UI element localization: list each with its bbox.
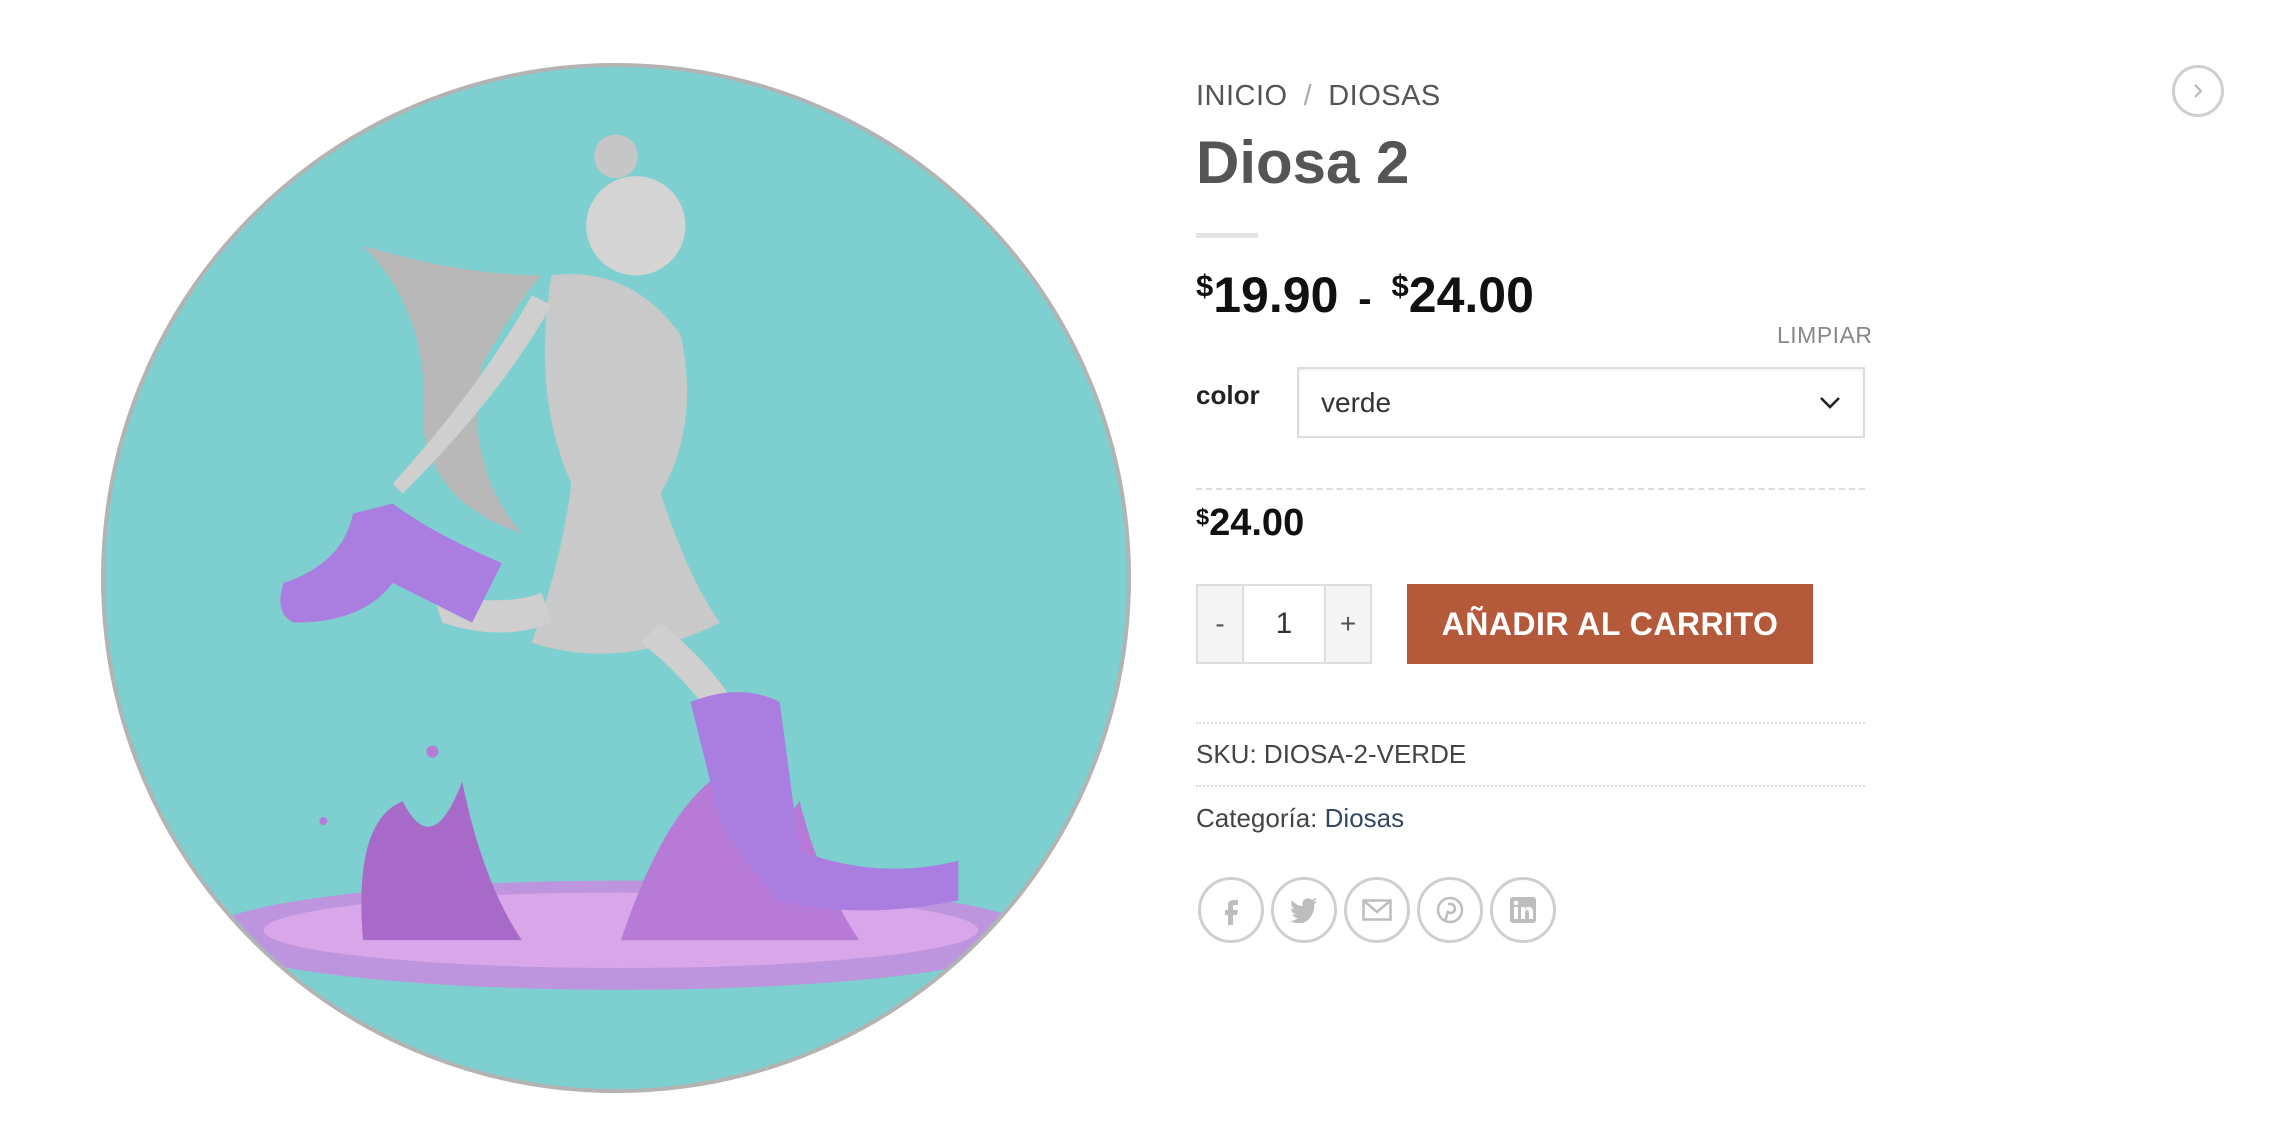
variant-price-amount: 24.00 <box>1209 502 1305 544</box>
price-max: 24.00 <box>1408 267 1534 323</box>
chevron-down-icon <box>1820 396 1840 409</box>
clear-variations-link[interactable]: LIMPIAR <box>1777 322 1873 349</box>
quantity-decrease-button[interactable]: - <box>1196 584 1244 664</box>
facebook-share-button[interactable] <box>1198 877 1264 943</box>
sku-row: SKU: DIOSA-2-VERDE <box>1196 739 1466 770</box>
product-image[interactable] <box>101 63 1131 1093</box>
breadcrumb-category-link[interactable]: DIOSAS <box>1328 80 1441 113</box>
currency-symbol: $ <box>1391 268 1409 303</box>
color-select-value: verde <box>1321 386 1392 418</box>
currency-symbol: $ <box>1196 268 1214 303</box>
twitter-share-button[interactable] <box>1271 877 1337 943</box>
meta-divider-bottom <box>1196 785 1865 787</box>
quantity-stepper: - 1 + <box>1196 584 1372 664</box>
quantity-increase-button[interactable]: + <box>1324 584 1372 664</box>
breadcrumb-separator: / <box>1303 80 1313 112</box>
share-icons <box>1198 877 1556 943</box>
next-product-button[interactable] <box>2172 65 2224 117</box>
linkedin-share-button[interactable] <box>1490 877 1556 943</box>
title-divider <box>1196 233 1258 238</box>
color-select[interactable]: verde <box>1297 367 1865 438</box>
category-label: Categoría: <box>1196 803 1318 833</box>
price-range: $19.90 - $24.00 <box>1196 266 1534 324</box>
pinterest-share-button[interactable] <box>1417 877 1483 943</box>
variant-price: $24.00 <box>1196 502 1304 545</box>
variation-divider <box>1196 488 1865 490</box>
facebook-icon <box>1225 900 1238 925</box>
category-link[interactable]: Diosas <box>1325 803 1404 833</box>
quantity-input[interactable]: 1 <box>1244 584 1324 664</box>
breadcrumb: INICIO / DIOSAS <box>1196 80 1441 113</box>
product-title: Diosa 2 <box>1196 129 1410 196</box>
sku-label: SKU: <box>1196 739 1257 769</box>
sku-value: DIOSA-2-VERDE <box>1263 739 1467 769</box>
meta-divider-top <box>1196 722 1865 724</box>
email-share-button[interactable] <box>1344 877 1410 943</box>
price-range-dash: - <box>1358 277 1372 321</box>
color-label: color <box>1196 380 1260 410</box>
price-min: 19.90 <box>1213 267 1339 323</box>
pinterest-icon <box>1436 896 1464 924</box>
category-row: Categoría: Diosas <box>1196 803 1404 834</box>
currency-symbol: $ <box>1196 504 1210 530</box>
breadcrumb-home-link[interactable]: INICIO <box>1196 80 1288 113</box>
product-image-art <box>105 67 1127 1089</box>
linkedin-icon <box>1510 897 1536 923</box>
email-icon <box>1362 899 1392 921</box>
twitter-icon <box>1290 898 1317 923</box>
chevron-right-icon <box>2194 84 2203 98</box>
add-to-cart-button[interactable]: AÑADIR AL CARRITO <box>1407 584 1813 664</box>
